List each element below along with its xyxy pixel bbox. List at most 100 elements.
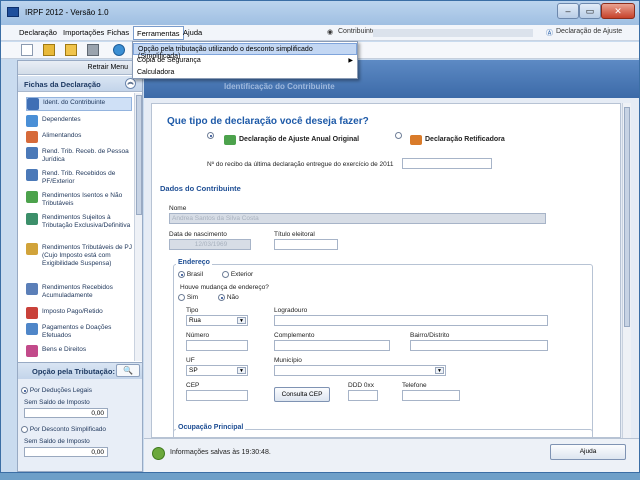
tipo-select[interactable]: Rua ▼ bbox=[186, 315, 248, 326]
ocupacao-title: Ocupação Principal bbox=[176, 424, 246, 431]
maximize-button[interactable]: ▭ bbox=[579, 3, 601, 19]
menu-item-calculadora[interactable]: Calculadora bbox=[133, 67, 357, 79]
titulo-input[interactable] bbox=[274, 239, 338, 250]
collapse-icon[interactable]: ︽ bbox=[125, 78, 136, 89]
deducoes-radio[interactable] bbox=[21, 387, 28, 394]
check-document-icon bbox=[26, 191, 38, 203]
menu-bar: Declaração Importações Fichas Ferramenta… bbox=[1, 25, 639, 41]
question-title: Que tipo de declaração você deseja fazer… bbox=[167, 116, 369, 127]
sidebar-item-ident[interactable]: Ident. do Contribuinte bbox=[26, 97, 132, 111]
municipio-select[interactable]: ▼ bbox=[274, 365, 446, 376]
exterior-radio[interactable] bbox=[222, 271, 229, 278]
sidebar-item-dependentes[interactable]: Dependentes bbox=[26, 115, 132, 129]
bairro-input[interactable] bbox=[410, 340, 548, 351]
simplificado-radio[interactable] bbox=[21, 426, 28, 433]
close-button[interactable]: ✕ bbox=[601, 3, 635, 19]
deducoes-option[interactable]: Por Deduções Legais bbox=[21, 387, 92, 394]
complemento-input[interactable] bbox=[274, 340, 390, 351]
recibo-input[interactable] bbox=[402, 158, 492, 169]
folder-icon[interactable] bbox=[65, 44, 77, 56]
open-folder-icon[interactable] bbox=[43, 44, 55, 56]
trash-icon[interactable] bbox=[87, 44, 99, 56]
nao-radio[interactable] bbox=[218, 294, 225, 301]
brasil-option[interactable]: Brasil bbox=[178, 271, 203, 278]
main-scroll-thumb[interactable] bbox=[624, 107, 630, 327]
contribuinte-icon: ◉ bbox=[327, 29, 334, 36]
sidebar-scroll-thumb[interactable] bbox=[136, 95, 142, 215]
minimize-button[interactable]: – bbox=[557, 3, 579, 19]
sidebar-item-suspensa[interactable]: Rendimentos Tributáveis de PJ (Cujo Impo… bbox=[26, 243, 132, 277]
menu-fichas[interactable]: Fichas bbox=[107, 28, 129, 37]
endereco-title: Endereço bbox=[176, 259, 212, 266]
sidebar-scrollbar[interactable] bbox=[134, 93, 142, 361]
chevron-down-icon[interactable]: ▼ bbox=[237, 317, 246, 324]
retificadora-option[interactable] bbox=[395, 132, 402, 139]
sidebar-item-exclusiva[interactable]: Rendimentos Sujeitos à Tributação Exclus… bbox=[26, 213, 132, 239]
cep-input[interactable] bbox=[186, 390, 248, 401]
menu-importacoes[interactable]: Importações bbox=[63, 28, 104, 37]
menu-declaracao[interactable]: Declaração bbox=[19, 28, 57, 37]
search-icon[interactable]: 🔍 bbox=[116, 364, 140, 377]
original-radio[interactable] bbox=[207, 132, 214, 139]
numero-input[interactable] bbox=[186, 340, 248, 351]
document-money-icon bbox=[26, 169, 38, 181]
menu-item-copia-seguranca[interactable]: Cópia de Segurança ▶ bbox=[133, 55, 357, 67]
tipo-label: Tipo bbox=[186, 307, 199, 314]
document-money-icon bbox=[26, 147, 38, 159]
retificadora-radio[interactable] bbox=[395, 132, 402, 139]
sidebar-item-rend-pj[interactable]: Rend. Trib. Receb. de Pessoa Jurídica bbox=[26, 147, 132, 165]
sidebar-item-bens[interactable]: Bens e Direitos bbox=[26, 345, 132, 359]
complemento-label: Complemento bbox=[274, 332, 315, 339]
saldo2-label: Sem Saldo de Imposto bbox=[24, 438, 90, 445]
app-window: IRPF 2012 - Versão 1.0 – ▭ ✕ Declaração … bbox=[0, 0, 640, 473]
uf-value: SP bbox=[189, 367, 198, 374]
simplificado-label: Por Desconto Simplificado bbox=[29, 426, 107, 434]
titulo-label: Título eleitoral bbox=[274, 231, 315, 238]
logradouro-input[interactable] bbox=[274, 315, 548, 326]
telefone-input[interactable] bbox=[402, 390, 460, 401]
original-option[interactable] bbox=[207, 132, 214, 139]
sim-option[interactable]: Sim bbox=[178, 294, 198, 301]
saved-check-icon bbox=[152, 447, 165, 460]
tax-document-icon bbox=[26, 307, 38, 319]
header-ghost-title: Identificação do Contribuinte bbox=[224, 82, 335, 91]
ajuda-button[interactable]: Ajuda bbox=[550, 444, 626, 460]
simplificado-option[interactable]: Por Desconto Simplificado bbox=[21, 426, 106, 433]
recibo-label: Nº do recibo da última declaração entreg… bbox=[207, 161, 394, 168]
submenu-arrow-icon: ▶ bbox=[348, 58, 353, 64]
sidebar-item-imposto-pago[interactable]: Imposto Pago/Retido bbox=[26, 307, 132, 321]
sidebar-item-acumuladamente[interactable]: Rendimentos Recebidos Acumuladamente bbox=[26, 283, 132, 301]
brasil-radio[interactable] bbox=[178, 271, 185, 278]
main-scrollbar[interactable] bbox=[622, 103, 631, 438]
fichas-header: Fichas da Declaração ︽ bbox=[18, 76, 142, 92]
consulta-cep-button[interactable]: Consulta CEP bbox=[274, 387, 330, 402]
sidebar-item-alimentandos[interactable]: Alimentandos bbox=[26, 131, 132, 145]
house-icon bbox=[26, 345, 38, 357]
ddd-input[interactable] bbox=[348, 390, 378, 401]
new-document-icon[interactable] bbox=[21, 44, 33, 56]
numero-label: Número bbox=[186, 332, 210, 339]
menu-ferramentas[interactable]: Ferramentas bbox=[133, 26, 184, 40]
main-content: Que tipo de declaração você deseja fazer… bbox=[144, 98, 639, 438]
uf-select[interactable]: SP ▼ bbox=[186, 365, 248, 376]
nome-input[interactable]: Andrea Santos da Silva Costa bbox=[169, 213, 546, 224]
sim-radio[interactable] bbox=[178, 294, 185, 301]
saldo1-label: Sem Saldo de Imposto bbox=[24, 399, 90, 406]
retrair-menu-button[interactable]: Retrair Menu bbox=[18, 61, 142, 75]
chevron-down-icon[interactable]: ▼ bbox=[237, 367, 246, 374]
sim-label: Sim bbox=[186, 294, 199, 302]
menu-item-simplificada[interactable]: Opção pela tributação utilizando o desco… bbox=[133, 43, 357, 60]
nao-option[interactable]: Não bbox=[218, 294, 239, 301]
status-bar: Informações salvas às 19:30:48. Ajuda bbox=[144, 438, 639, 472]
menu-ajuda[interactable]: Ajuda bbox=[183, 28, 202, 37]
payment-icon bbox=[26, 323, 38, 335]
exterior-option[interactable]: Exterior bbox=[222, 271, 253, 278]
internet-icon[interactable] bbox=[113, 44, 125, 56]
nascimento-input[interactable]: 12/03/1969 bbox=[169, 239, 251, 250]
tipo-value: Rua bbox=[189, 317, 201, 324]
sidebar-item-rend-pf[interactable]: Rend. Trib. Recebidos de PF/Exterior bbox=[26, 169, 132, 187]
chevron-down-icon[interactable]: ▼ bbox=[435, 367, 444, 374]
deducoes-label: Por Deduções Legais bbox=[29, 387, 92, 395]
sidebar-item-pagamentos[interactable]: Pagamentos e Doações Efetuados bbox=[26, 323, 132, 341]
sidebar-item-isentos[interactable]: Rendimentos Isentos e Não Tributáveis bbox=[26, 191, 132, 209]
